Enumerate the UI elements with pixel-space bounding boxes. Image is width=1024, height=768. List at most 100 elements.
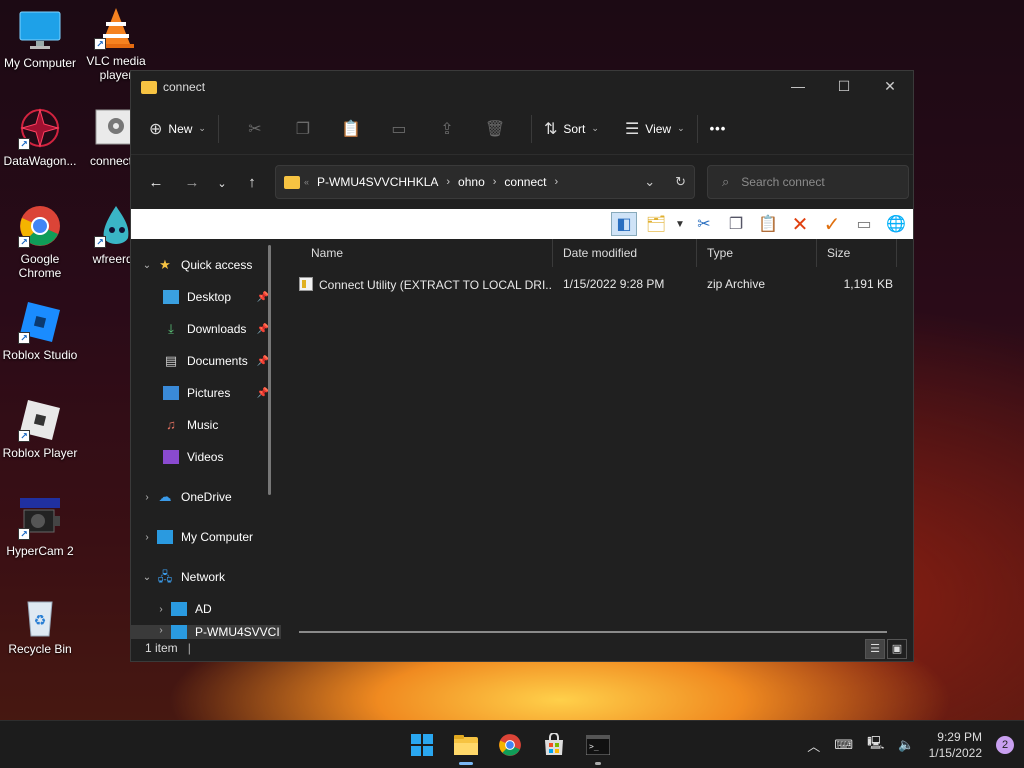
nav-scrollbar[interactable]: [268, 245, 271, 495]
desktop-icon-datawagon[interactable]: ↗ DataWagon...: [0, 106, 80, 168]
taskbar-terminal[interactable]: >_: [580, 729, 616, 765]
paste-button[interactable]: 📋: [327, 119, 375, 139]
notification-badge[interactable]: 2: [996, 736, 1014, 754]
desktop-icon-roblox-studio[interactable]: ↗ Roblox Studio: [0, 300, 80, 362]
nav-item-pictures[interactable]: Pictures 📌: [131, 377, 281, 409]
file-row[interactable]: Connect Utility (EXTRACT TO LOCAL DRI...…: [281, 269, 913, 299]
chevron-down-icon[interactable]: ⌄: [137, 572, 157, 583]
large-icons-view-button[interactable]: ▣: [887, 639, 907, 659]
monitor-icon: [18, 8, 62, 52]
check-button[interactable]: ✓: [819, 212, 845, 236]
breadcrumb-item[interactable]: ohno: [458, 175, 485, 189]
back-button[interactable]: ←: [141, 174, 171, 191]
rename-legacy-button[interactable]: ▭: [851, 212, 877, 236]
nav-item-label: Desktop: [187, 290, 232, 304]
chevron-right-icon[interactable]: ›: [446, 176, 450, 188]
minimize-button[interactable]: —: [775, 71, 821, 101]
paste-legacy-button[interactable]: 📋: [755, 212, 781, 236]
file-list[interactable]: Name Date modified Type Size Connect Uti…: [281, 238, 913, 649]
show-hidden-icons-chevron-icon[interactable]: ︿: [807, 736, 820, 755]
desktop-icon-roblox-player[interactable]: ↗ Roblox Player: [0, 398, 80, 460]
file-explorer-window[interactable]: connect — ☐ ✕ ⊕ New ⌄ ✂ ❐ 📋 ▭ ⇪ 🗑 ⇅ Sort…: [130, 70, 914, 662]
taskbar-file-explorer[interactable]: [448, 729, 484, 765]
column-header-name[interactable]: Name: [281, 238, 553, 267]
chevron-right-icon[interactable]: ›: [137, 492, 157, 503]
chevron-down-icon: ⌄: [591, 123, 599, 133]
breadcrumb-item[interactable]: connect: [504, 175, 546, 189]
nav-item-music[interactable]: ♫ Music: [131, 409, 281, 441]
rename-button[interactable]: ▭: [375, 119, 423, 139]
sort-button[interactable]: ⇅ Sort ⌄: [544, 113, 599, 145]
overflow-breadcrumb-icon[interactable]: «: [304, 177, 309, 187]
nav-item-documents[interactable]: ▤ Documents 📌: [131, 345, 281, 377]
nav-item-ad[interactable]: › AD: [131, 593, 281, 625]
nav-item-videos[interactable]: Videos: [131, 441, 281, 473]
details-view-button[interactable]: ☰: [865, 639, 885, 659]
nav-item-network[interactable]: ⌄ 🖧 Network: [131, 561, 281, 593]
clock[interactable]: 9:29 PM 1/15/2022: [929, 729, 982, 761]
title-bar[interactable]: connect — ☐ ✕: [131, 71, 913, 103]
new-button[interactable]: ⊕ New ⌄: [149, 113, 206, 145]
desktop-icon-recycle-bin[interactable]: ♻ Recycle Bin: [0, 594, 80, 656]
taskbar-store[interactable]: [536, 729, 572, 761]
nav-item-label: Quick access: [181, 258, 253, 272]
horizontal-scrollbar[interactable]: [299, 631, 887, 633]
chevron-right-icon[interactable]: ›: [151, 604, 171, 615]
nav-item-desktop[interactable]: Desktop 📌: [131, 281, 281, 313]
desktop-icon-my-computer[interactable]: My Computer: [0, 8, 80, 70]
shortcut-arrow-icon: ↗: [18, 332, 30, 344]
delete-button[interactable]: 🗑: [471, 119, 519, 139]
more-options-button[interactable]: •••: [710, 113, 727, 145]
arrow-up-icon: ↑: [248, 173, 256, 191]
volume-icon[interactable]: 🔈: [898, 737, 914, 753]
shortcut-arrow-icon: ↗: [18, 138, 30, 150]
globe-button[interactable]: 🌐: [883, 212, 909, 236]
address-history-chevron-icon[interactable]: ⌄: [644, 174, 655, 190]
system-tray: ︿ ⌨ 🖳 🔈 9:29 PM 1/15/2022 2: [807, 721, 1014, 768]
column-header-type[interactable]: Type: [697, 238, 817, 267]
chevron-down-icon[interactable]: ⌄: [137, 260, 157, 271]
view-button[interactable]: ☰ View ⌄: [625, 113, 685, 145]
zip-file-icon: [299, 276, 313, 291]
up-button[interactable]: ↑: [237, 174, 267, 191]
keyboard-icon[interactable]: ⌨: [834, 737, 853, 753]
chevron-right-icon[interactable]: ›: [493, 176, 497, 188]
breadcrumb-item[interactable]: P-WMU4SVVCHHKLA: [317, 175, 438, 189]
close-button[interactable]: ✕: [867, 71, 913, 101]
chevron-right-icon[interactable]: ›: [554, 176, 558, 188]
chevron-right-icon[interactable]: ›: [137, 532, 157, 543]
share-button[interactable]: ⇪: [423, 119, 471, 139]
network-status-icon[interactable]: 🖳: [867, 734, 884, 756]
nav-item-quick-access[interactable]: ⌄ ★ Quick access: [131, 249, 281, 281]
desktop-icon-hypercam[interactable]: ↗ HyperCam 2: [0, 496, 80, 558]
cut-button[interactable]: ✂: [231, 119, 279, 139]
navigation-pane[interactable]: ⌄ ★ Quick access Desktop 📌 ⤓ Downloads 📌…: [131, 239, 281, 649]
search-input[interactable]: [741, 175, 892, 189]
share-icon: ⇪: [440, 120, 454, 138]
nav-item-label: Downloads: [187, 322, 247, 336]
file-type: zip Archive: [707, 277, 766, 291]
dropdown-button[interactable]: ▼: [675, 212, 685, 236]
address-bar[interactable]: « P-WMU4SVVCHHKLA › ohno › connect › ⌄ ↻: [275, 165, 695, 199]
nav-item-my-computer[interactable]: › My Computer: [131, 521, 281, 553]
refresh-icon[interactable]: ↻: [675, 174, 686, 190]
delete-legacy-button[interactable]: ✕: [787, 212, 813, 236]
maximize-button[interactable]: ☐: [821, 71, 867, 101]
column-header-size[interactable]: Size: [817, 238, 897, 267]
start-button[interactable]: [404, 729, 440, 761]
forward-button[interactable]: →: [177, 174, 207, 191]
taskbar-chrome[interactable]: [492, 729, 528, 761]
copy-button[interactable]: ❐: [279, 119, 327, 139]
search-box[interactable]: ⌕: [707, 165, 909, 199]
cut-legacy-button[interactable]: ✂: [691, 212, 717, 236]
desktop-icon: [163, 290, 179, 304]
select-items-button[interactable]: 🗂: [643, 212, 669, 236]
recent-locations-button[interactable]: ⌄: [207, 174, 237, 191]
arrow-left-icon: ←: [148, 173, 164, 191]
copy-legacy-button[interactable]: ❐: [723, 212, 749, 236]
nav-item-downloads[interactable]: ⤓ Downloads 📌: [131, 313, 281, 345]
preview-pane-button[interactable]: ◧: [611, 212, 637, 236]
desktop-icon-chrome[interactable]: ↗ Google Chrome: [0, 204, 80, 280]
column-header-date[interactable]: Date modified: [553, 238, 697, 267]
nav-item-onedrive[interactable]: › ☁ OneDrive: [131, 481, 281, 513]
